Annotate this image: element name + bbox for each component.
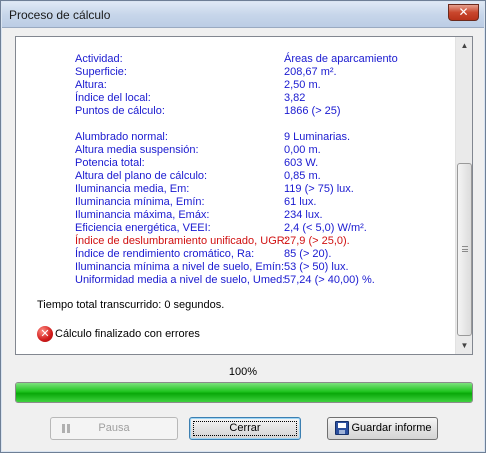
save-report-button[interactable]: Guardar informe xyxy=(327,417,438,440)
report-value: 9 Luminarias. xyxy=(284,131,351,143)
report-value: 61 lux. xyxy=(284,196,317,208)
report-row-floor-uniformity: Uniformidad media a nivel de suelo, Umed… xyxy=(75,274,455,287)
report-value: 1866 (> 25) xyxy=(284,105,341,117)
grip-icon xyxy=(462,246,468,252)
pause-button[interactable]: Pausa xyxy=(50,417,178,440)
report-label: Altura media suspensión: xyxy=(75,144,199,156)
report-row-energy-efficiency: Eficiencia energética, VEEI: 2,4 (< 5,0)… xyxy=(75,222,455,235)
report-row-normal-lighting: Alumbrado normal: 9 Luminarias. xyxy=(75,131,455,144)
report-value: 603 W. xyxy=(284,157,319,169)
report-value: 57,24 (> 40,00) %. xyxy=(284,274,375,286)
report-value: 27,9 (> 25,0). xyxy=(284,235,350,247)
report-row-floor-min-illuminance: Iluminancia mínima a nivel de suelo, Emí… xyxy=(75,261,455,274)
calculation-process-dialog: Proceso de cálculo ✕ Actividad: Áreas de… xyxy=(0,0,486,453)
report-value: 2,50 m. xyxy=(284,79,321,91)
report-label: Actividad: xyxy=(75,53,123,65)
scroll-up-arrow-icon[interactable]: ▲ xyxy=(456,37,472,54)
close-button[interactable]: Cerrar xyxy=(189,417,301,440)
close-icon: ✕ xyxy=(458,5,469,19)
progress-percent: 100% xyxy=(228,366,258,378)
report-row-total-power: Potencia total: 603 W. xyxy=(75,157,455,170)
report-row-ugr-error: Índice de deslumbramiento unificado, UGR… xyxy=(75,235,455,248)
report-value: 234 lux. xyxy=(284,209,323,221)
report-value: 3,82 xyxy=(284,92,306,104)
report-label: Índice de deslumbramiento unificado, UGR… xyxy=(75,235,288,247)
report-content: Actividad: Áreas de aparcamiento Superfi… xyxy=(16,37,456,354)
report-label: Alumbrado normal: xyxy=(75,131,168,143)
report-row-max-illuminance: Iluminancia máxima, Emáx: 234 lux. xyxy=(75,209,455,222)
report-label: Índice de rendimiento cromático, Ra: xyxy=(75,248,255,260)
report-label: Iluminancia mínima, Emín: xyxy=(75,196,205,208)
report-row-activity: Actividad: Áreas de aparcamiento xyxy=(75,53,455,66)
report-label: Altura del plano de cálculo: xyxy=(75,170,208,182)
report-scrollbar[interactable]: ▲ ▼ xyxy=(455,37,472,354)
report-label: Puntos de cálculo: xyxy=(75,105,165,117)
total-time-text: Tiempo total transcurrido: 0 segundos. xyxy=(37,299,225,311)
close-window-button[interactable]: ✕ xyxy=(448,4,479,21)
report-row-color-rendering: Índice de rendimiento cromático, Ra: 85 … xyxy=(75,248,455,261)
floppy-disk-icon xyxy=(335,421,349,435)
title-bar: Proceso de cálculo ✕ xyxy=(2,2,484,28)
report-value: 208,67 m². xyxy=(284,66,337,78)
error-x-circle-icon: ✕ xyxy=(37,326,53,342)
report-value: 0,00 m. xyxy=(284,144,321,156)
report-label: Iluminancia mínima a nivel de suelo, Emí… xyxy=(75,261,285,273)
pause-button-label: Pausa xyxy=(98,422,130,434)
report-value: 2,4 (< 5,0) W/m². xyxy=(284,222,367,234)
report-value: 0,85 m. xyxy=(284,170,321,182)
report-row-suspension-height: Altura media suspensión: 0,00 m. xyxy=(75,144,455,157)
report-label: Iluminancia máxima, Emáx: xyxy=(75,209,210,221)
report-value: 85 (> 20). xyxy=(284,248,332,260)
window-title: Proceso de cálculo xyxy=(9,8,111,22)
progress-fill xyxy=(16,383,472,402)
report-row-mean-illuminance: Iluminancia media, Em: 119 (> 75) lux. xyxy=(75,183,455,196)
report-value: 119 (> 75) lux. xyxy=(284,183,354,195)
report-label: Superficie: xyxy=(75,66,127,78)
pause-icon xyxy=(62,424,70,433)
report-label: Índice del local: xyxy=(75,92,151,104)
report-label: Altura: xyxy=(75,79,107,91)
report-row-surface: Superficie: 208,67 m². xyxy=(75,66,455,79)
report-label: Uniformidad media a nivel de suelo, Umed… xyxy=(75,274,286,286)
report-label: Potencia total: xyxy=(75,157,145,169)
report-row-height: Altura: 2,50 m. xyxy=(75,79,455,92)
report-panel: Actividad: Áreas de aparcamiento Superfi… xyxy=(15,36,473,355)
report-row-plane-height: Altura del plano de cálculo: 0,85 m. xyxy=(75,170,455,183)
report-label: Eficiencia energética, VEEI: xyxy=(75,222,211,234)
report-label: Iluminancia media, Em: xyxy=(75,183,190,195)
save-report-label: Guardar informe xyxy=(351,422,432,434)
scrollbar-thumb[interactable] xyxy=(457,163,472,336)
report-value: 53 (> 50) lux. xyxy=(284,261,349,273)
report-row-min-illuminance: Iluminancia mínima, Emín: 61 lux. xyxy=(75,196,455,209)
focus-ring xyxy=(193,421,297,436)
progress-bar xyxy=(15,382,473,403)
error-message: Cálculo finalizado con errores xyxy=(55,328,200,340)
report-value: Áreas de aparcamiento xyxy=(284,53,398,65)
report-row-room-index: Índice del local: 3,82 xyxy=(75,92,455,105)
scroll-down-arrow-icon[interactable]: ▼ xyxy=(456,337,472,354)
report-row-calc-points: Puntos de cálculo: 1866 (> 25) xyxy=(75,105,455,118)
